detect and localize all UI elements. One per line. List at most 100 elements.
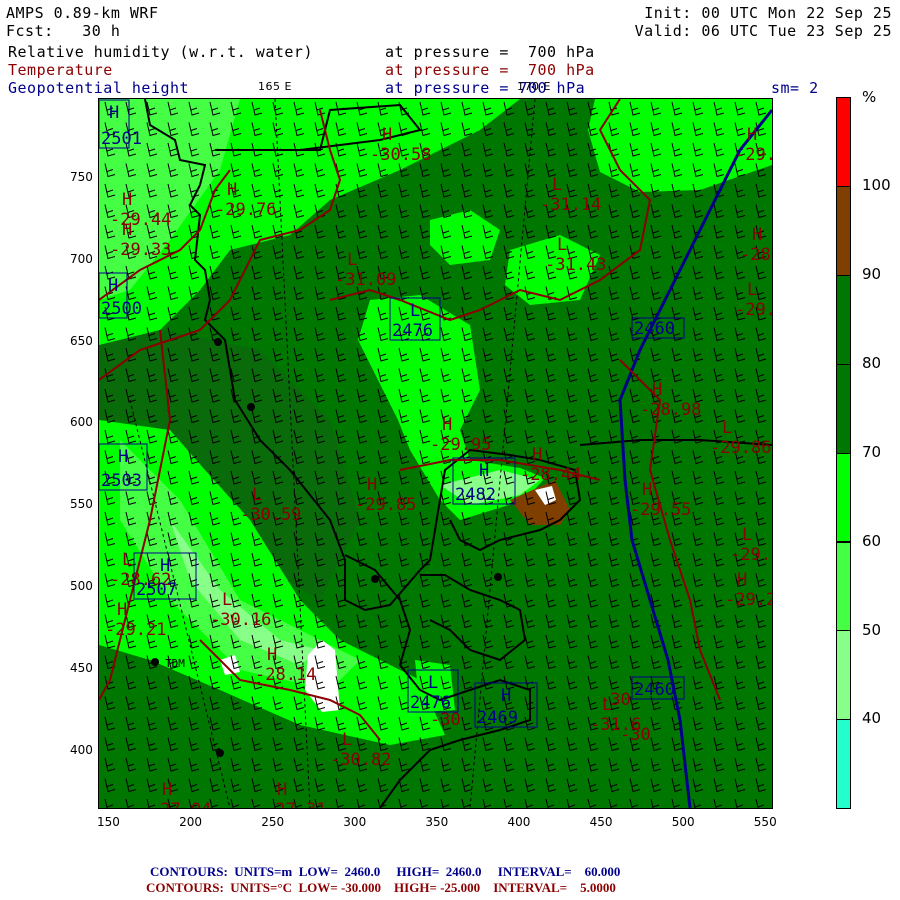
height-high: HIGH= 2460.0 xyxy=(396,864,482,879)
height-extremum-value: 2476 xyxy=(392,321,433,341)
colorbar-swatch xyxy=(836,452,851,543)
y-tick-label: 650 xyxy=(70,333,93,348)
height-extremum-value: 2460 xyxy=(634,319,675,339)
field-height-title: Geopotential height xyxy=(8,79,190,97)
smoothing-label: sm= 2 xyxy=(771,79,819,97)
temp-extremum-value: -29. xyxy=(735,300,773,320)
height-extremum-value: 2500 xyxy=(101,299,142,319)
height-extremum-symbol: H xyxy=(501,686,511,706)
height-extremum-value: 2476 xyxy=(410,693,451,713)
temp-extremum-symbol: H xyxy=(227,180,237,200)
height-contour-label: CONTOURS: xyxy=(150,864,228,879)
temp-extremum-symbol: L xyxy=(552,175,562,195)
height-extremum-symbol: H xyxy=(160,556,170,576)
colorbar-label: 40 xyxy=(862,709,882,728)
temp-extremum-value: -27.31 xyxy=(265,800,326,809)
temp-extremum-value: -28.14 xyxy=(255,665,316,685)
temp-extremum-value: -28. xyxy=(740,245,773,265)
height-low: LOW= 2460.0 xyxy=(298,864,381,879)
colorbar-label: 100 xyxy=(862,176,891,194)
temp-high: HIGH= -25.000 xyxy=(394,880,481,895)
temp-extremum-value: -29.5 xyxy=(730,545,773,565)
y-tick-label: 500 xyxy=(70,579,93,593)
temp-extremum-symbol: H xyxy=(267,645,277,665)
colorbar-label: 60 xyxy=(862,531,882,550)
colorbar-label: 90 xyxy=(862,264,882,283)
height-interval: INTERVAL= 60.000 xyxy=(497,864,621,879)
x-tick-label: 250 xyxy=(261,815,285,829)
y-tick-label: 450 xyxy=(70,660,93,675)
forecast-hour: Fcst: 30 h xyxy=(6,22,121,40)
colorbar-swatch xyxy=(836,185,851,276)
colorbar-unit: % xyxy=(862,88,877,106)
temp-extremum-symbol: H xyxy=(442,415,452,435)
longitude-165e: 165 E xyxy=(258,80,292,93)
y-tick-label: 600 xyxy=(70,415,93,430)
x-tick-label: 450 xyxy=(589,815,613,829)
temp-extremum-value: -29.55 xyxy=(630,500,691,520)
colorbar-label: 70 xyxy=(862,442,882,461)
temp-extremum-value: -29.95 xyxy=(430,435,491,455)
temp-contour-value: -30 xyxy=(430,710,461,730)
temp-extremum-symbol: L xyxy=(342,730,352,750)
temp-extremum-symbol: H xyxy=(117,600,127,620)
temp-extremum-symbol: H xyxy=(122,220,132,240)
temp-extremum-value: -30.58 xyxy=(370,145,431,165)
temp-extremum-value: -29.85 xyxy=(355,495,416,515)
x-tick-label: 300 xyxy=(343,815,367,829)
x-tick-label: 500 xyxy=(671,815,695,829)
field-rh-title: Relative humidity (w.r.t. water) xyxy=(8,43,313,61)
x-tick-label: 200 xyxy=(179,815,202,829)
height-contour-info: CONTOURS: UNITS=m LOW= 2460.0 HIGH= 2460… xyxy=(150,864,620,879)
temp-extremum-value: -31.43 xyxy=(545,255,606,275)
temp-extremum-value: -29.2 xyxy=(725,590,773,610)
longitude-170e: 170 E xyxy=(517,80,551,93)
colorbar-swatch xyxy=(836,630,851,721)
temp-extremum-symbol: H xyxy=(642,480,652,500)
temp-extremum-symbol: L xyxy=(742,525,752,545)
temp-extremum-value: -29.21 xyxy=(105,620,166,640)
height-extremum-symbol: H xyxy=(479,461,489,481)
valid-time: Valid: 06 UTC Tue 23 Sep 25 xyxy=(634,22,892,40)
temp-interval: INTERVAL= 5.0000 xyxy=(493,880,616,895)
field-rh-level: at pressure = 700 hPa xyxy=(385,43,595,61)
temp-contour-label: CONTOURS: xyxy=(146,880,224,895)
colorbar-swatch xyxy=(836,363,851,454)
temp-extremum-symbol: H xyxy=(752,225,762,245)
y-tick-label: 750 xyxy=(70,170,93,184)
height-extremum-value: 2469 xyxy=(477,708,518,728)
temp-extremum-symbol: H xyxy=(162,780,172,800)
map-plot: TDM H-29.44H-29.33H-29.76H-30.58L-31.09L… xyxy=(99,99,773,809)
temp-low: LOW= -30.000 xyxy=(298,880,382,895)
temp-contour-info: CONTOURS: UNITS=°C LOW= -30.000 HIGH= -2… xyxy=(146,880,616,895)
temp-extremum-symbol: H xyxy=(122,190,132,210)
temp-extremum-symbol: H xyxy=(277,780,287,800)
colorbar-swatch xyxy=(836,97,851,187)
y-tick-label: 400 xyxy=(70,742,93,757)
temp-extremum-symbol: H xyxy=(382,125,392,145)
x-tick-label: 150 xyxy=(97,815,120,829)
temp-extremum-symbol: H xyxy=(747,125,757,145)
height-extremum-symbol: H xyxy=(118,447,128,467)
temp-extremum-value: -31.14 xyxy=(540,195,601,215)
height-extremum-value: 2507 xyxy=(136,580,177,600)
temp-extremum-value: -30.59 xyxy=(240,505,301,525)
temp-extremum-value: -27.04 xyxy=(150,800,211,809)
temp-contour-value: -30 xyxy=(620,725,651,745)
height-extremum-value: 2503 xyxy=(101,471,142,491)
height-units: UNITS=m xyxy=(234,864,293,879)
model-title: AMPS 0.89-km WRF xyxy=(6,4,159,22)
temp-extremum-value: -29.44 xyxy=(110,210,171,230)
colorbar-swatch xyxy=(836,274,851,365)
height-extremum-value: 2482 xyxy=(455,485,496,505)
temp-extremum-value: -28.44 xyxy=(520,465,581,485)
field-temp-level: at pressure = 700 hPa xyxy=(385,61,595,79)
temp-extremum-symbol: L xyxy=(722,418,732,438)
temp-extremum-value: -30.82 xyxy=(330,750,391,770)
temp-extremum-symbol: L xyxy=(747,280,757,300)
temp-extremum-symbol: L xyxy=(252,485,262,505)
temp-extremum-symbol: L xyxy=(557,235,567,255)
temp-units: UNITS=°C xyxy=(230,880,293,895)
temp-extremum-symbol: H xyxy=(532,445,542,465)
temp-contour-value: -30 xyxy=(600,690,631,710)
